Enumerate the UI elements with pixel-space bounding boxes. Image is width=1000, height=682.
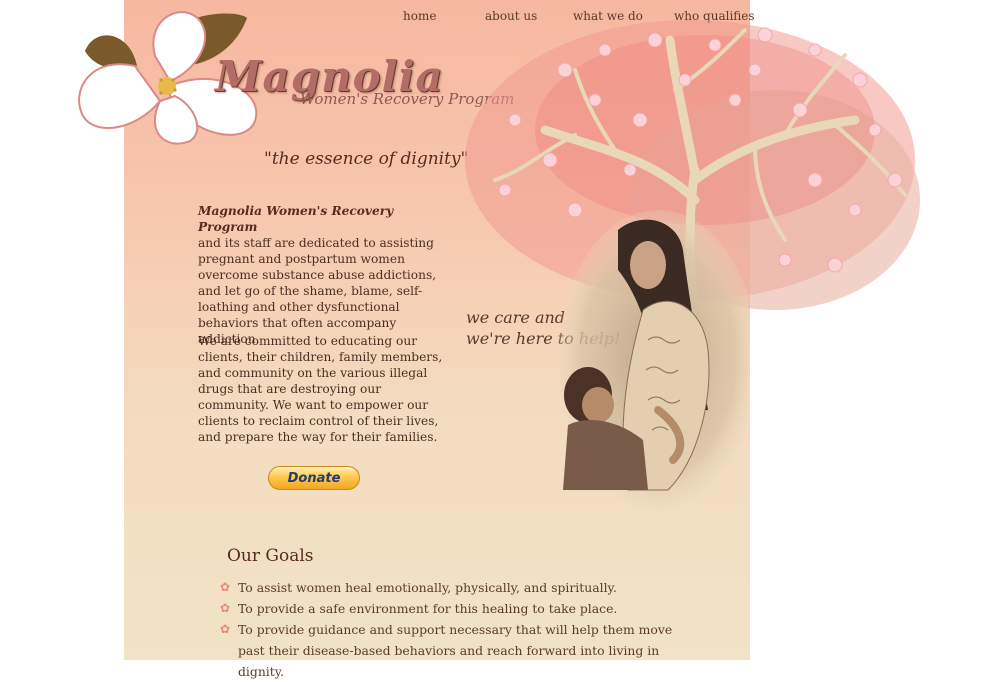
commitment-paragraph: We are committed to educating our client…	[198, 334, 443, 444]
donate-button[interactable]: Donate	[268, 466, 360, 490]
goal-item: ✿ To assist women heal emotionally, physi…	[220, 577, 690, 598]
goal-text: To assist women heal emotionally, physic…	[238, 580, 617, 595]
goals-heading: Our Goals	[227, 546, 314, 566]
goals-list: ✿ To assist women heal emotionally, physi…	[220, 577, 690, 682]
tagline: "the essence of dignity"	[264, 149, 469, 169]
intro-lead: Magnolia Women's Recovery Program	[198, 204, 394, 234]
goal-text: To provide a safe environment for this h…	[238, 601, 618, 616]
mother-child-photo	[558, 210, 748, 510]
goal-item: ✿ To provide a safe environment for this …	[220, 598, 690, 619]
flower-bullet-icon: ✿	[220, 601, 231, 615]
intro-text: and its staff are dedicated to assisting…	[198, 236, 437, 346]
intro-paragraph: Magnolia Women's Recovery Program and it…	[198, 203, 443, 347]
goal-item: ✿ To provide guidance and support necessa…	[220, 619, 690, 682]
nav-home[interactable]: home	[403, 9, 436, 23]
flower-bullet-icon: ✿	[220, 622, 231, 636]
flower-bullet-icon: ✿	[220, 580, 231, 594]
goal-text: To provide guidance and support necessar…	[238, 622, 673, 679]
